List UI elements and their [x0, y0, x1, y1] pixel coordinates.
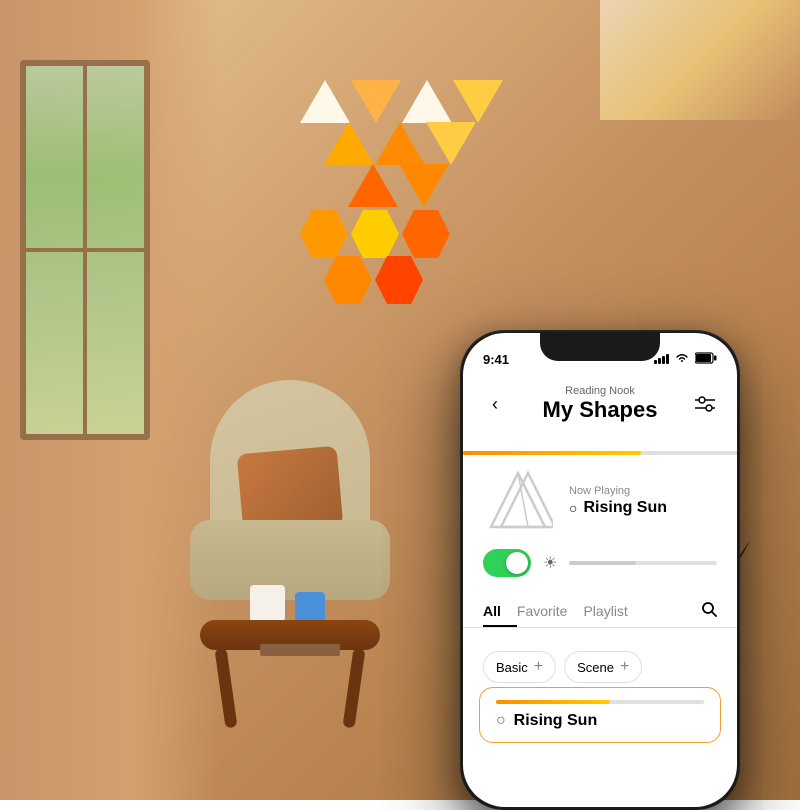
- panel-tri-3: [402, 80, 452, 123]
- tab-favorite[interactable]: Favorite: [517, 595, 584, 627]
- controls-section: ☀: [463, 549, 737, 577]
- tab-playlist[interactable]: Playlist: [583, 595, 643, 627]
- panel-tri-5: [324, 122, 374, 165]
- item-title: Rising Sun: [514, 712, 598, 730]
- item-progress-bar: [496, 700, 704, 704]
- ceiling-light: [600, 0, 800, 120]
- wifi-icon: [675, 353, 689, 366]
- battery-icon: [695, 352, 717, 367]
- table-leg-right: [342, 648, 365, 729]
- sun-icon: ○: [569, 500, 577, 516]
- now-playing-song[interactable]: ○ Rising Sun: [569, 499, 717, 517]
- chip-basic-plus: +: [534, 658, 543, 676]
- list-section: ○ Rising Sun: [463, 687, 737, 743]
- header-center: Reading Nook My Shapes: [507, 385, 693, 423]
- item-sun-icon: ○: [496, 712, 506, 730]
- shapes-preview-icon: [483, 471, 553, 531]
- chip-basic[interactable]: Basic +: [483, 651, 556, 683]
- tabs-section: All Favorite Playlist: [463, 595, 737, 628]
- brightness-fill: [569, 561, 635, 565]
- panel-hex-2: [351, 210, 399, 258]
- chips-section: Basic + Scene +: [463, 641, 737, 693]
- status-icons: [654, 344, 717, 367]
- toggle-knob: [506, 552, 528, 574]
- panel-hex-5: [375, 256, 423, 304]
- app-header-top: ‹ Reading Nook My Shapes: [483, 385, 717, 423]
- header-location: Reading Nook: [507, 385, 693, 397]
- now-playing-label: Now Playing: [569, 485, 717, 497]
- phone-notch: [540, 333, 660, 361]
- table-leg-left: [214, 648, 237, 729]
- chip-scene-plus: +: [620, 658, 629, 676]
- list-item[interactable]: ○ Rising Sun: [479, 687, 721, 743]
- phone-body: 9:41: [460, 330, 740, 810]
- item-progress-fill: [496, 700, 610, 704]
- nanoleaf-controller: [295, 592, 325, 622]
- power-toggle[interactable]: [483, 549, 531, 577]
- app-header: ‹ Reading Nook My Shapes: [463, 377, 737, 435]
- tabs-row: All Favorite Playlist: [483, 595, 717, 627]
- now-playing-section: Now Playing ○ Rising Sun: [463, 455, 737, 547]
- item-title-row: ○ Rising Sun: [496, 712, 704, 730]
- panel-tri-8: [348, 164, 398, 207]
- phone-screen: 9:41: [463, 333, 737, 807]
- panel-tri-7: [426, 122, 476, 165]
- panel-tri-4: [453, 80, 503, 123]
- tab-all[interactable]: All: [483, 595, 517, 627]
- song-title: Rising Sun: [583, 499, 667, 517]
- panel-hex-1: [300, 210, 348, 258]
- header-title: My Shapes: [507, 397, 693, 423]
- panel-tri-1: [300, 80, 350, 123]
- panel-tri-9: [399, 164, 449, 207]
- chip-basic-label: Basic: [496, 660, 528, 675]
- coffee-mug: [250, 585, 285, 625]
- panel-tri-2: [351, 80, 401, 123]
- panel-hex-3: [402, 210, 450, 258]
- phone: 9:41: [460, 330, 740, 810]
- brightness-slider[interactable]: [569, 561, 717, 565]
- window-frame-horizontal: [26, 248, 144, 252]
- panel-hex-4: [324, 256, 372, 304]
- book-stack: [260, 644, 340, 656]
- filter-button[interactable]: [693, 392, 717, 416]
- chip-scene-label: Scene: [577, 660, 614, 675]
- now-playing-info: Now Playing ○ Rising Sun: [569, 485, 717, 517]
- nanoleaf-wall-panels: [280, 80, 480, 360]
- status-time: 9:41: [483, 344, 509, 367]
- chip-scene[interactable]: Scene +: [564, 651, 642, 683]
- chair-seat: [190, 520, 390, 600]
- back-button[interactable]: ‹: [483, 392, 507, 416]
- window: [20, 60, 150, 440]
- side-table: [200, 620, 380, 740]
- panel-tri-6: [375, 122, 425, 165]
- brightness-icon: ☀: [543, 553, 557, 573]
- signal-bars-icon: [654, 354, 669, 364]
- search-button[interactable]: [701, 601, 717, 622]
